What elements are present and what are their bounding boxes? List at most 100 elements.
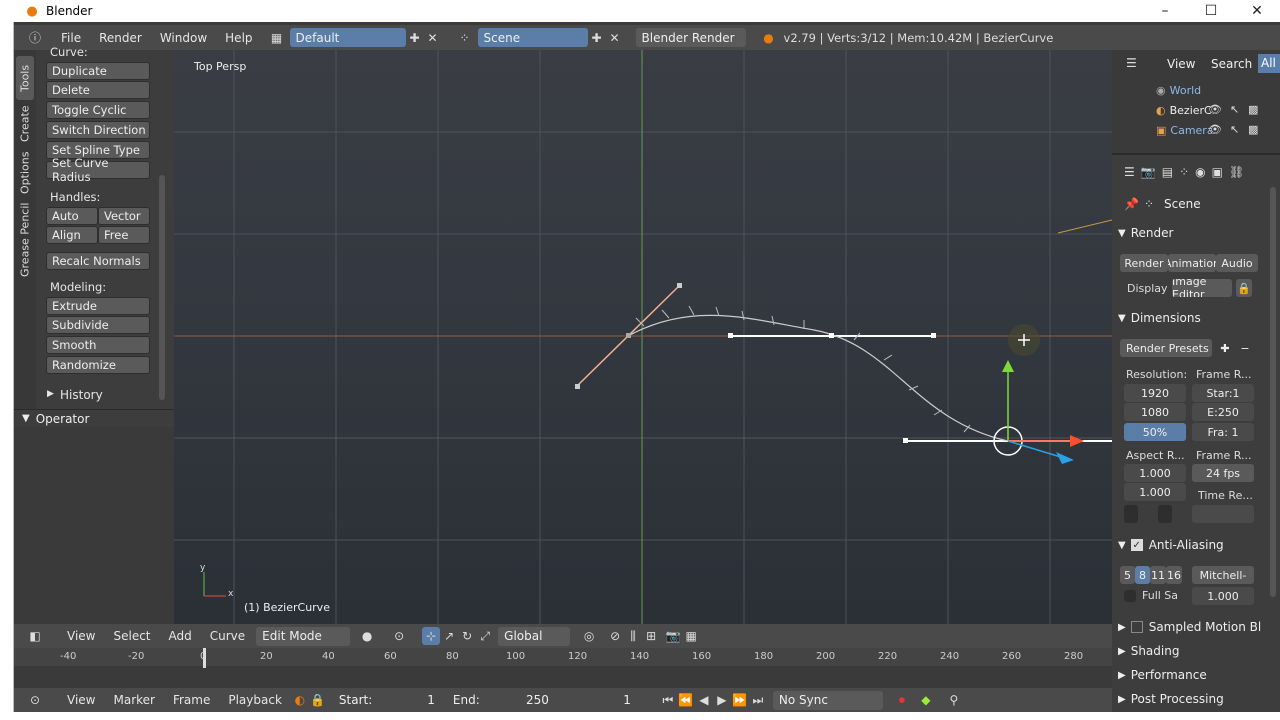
remove-preset-icon[interactable]: − [1236, 339, 1254, 357]
screen-layout-field[interactable]: Default [289, 28, 406, 47]
menu-view[interactable]: View [58, 629, 104, 643]
recalc-normals-button[interactable]: Recalc Normals [46, 252, 150, 270]
frame-start-field[interactable]: Start: 1 [332, 690, 445, 710]
render-button[interactable]: Render [1120, 254, 1168, 272]
anti-aliasing-panel-header[interactable]: ▼ ✓ Anti-Aliasing [1112, 534, 1267, 556]
subdivide-button[interactable]: Subdivide [46, 316, 150, 334]
smooth-button[interactable]: Smooth [46, 336, 150, 354]
object-tab-icon[interactable]: ▣ [1212, 165, 1223, 179]
render-layers-tab-icon[interactable]: ▤ [1162, 165, 1173, 179]
3d-viewport[interactable]: y x Top Persp (1) BezierCurve [174, 50, 1112, 624]
outliner-menu-view[interactable]: View [1167, 57, 1195, 71]
jump-start-icon[interactable]: ⏮ [659, 691, 677, 709]
constraints-tab-icon[interactable]: ⛓ [1229, 165, 1244, 179]
full-sample-checkbox[interactable] [1124, 590, 1136, 602]
handle-vector-button[interactable]: Vector [98, 207, 150, 225]
add-layout-icon[interactable]: ✚ [406, 29, 424, 47]
current-frame-marker[interactable] [203, 648, 206, 668]
manipulator-toggle-icon[interactable]: ⊹ [422, 627, 441, 645]
fps-select[interactable]: 24 fps [1192, 464, 1254, 482]
add-preset-icon[interactable]: ✚ [1216, 339, 1234, 357]
tool-shelf-scrollbar[interactable] [159, 175, 165, 400]
display-select[interactable]: Image Editor [1172, 279, 1232, 297]
tab-create[interactable]: Create [16, 102, 34, 146]
add-scene-icon[interactable]: ✚ [588, 29, 606, 47]
aa-samples-16[interactable]: 16 [1166, 566, 1182, 584]
aspect-x-field[interactable]: 1.000 [1124, 464, 1186, 482]
aa-filter-size-field[interactable]: 1.000 [1192, 587, 1254, 605]
timeline[interactable]: -40 -20 0 20 40 60 80 100 120 140 160 18… [14, 648, 1112, 688]
menu-marker[interactable]: Marker [104, 693, 163, 707]
handle-align-button[interactable]: Align [46, 226, 98, 244]
jump-keyframe-back-icon[interactable]: ⏪ [677, 691, 695, 709]
snap-target-icon[interactable]: ⊞ [642, 627, 660, 645]
crop-checkbox[interactable] [1158, 505, 1172, 523]
resolution-y-field[interactable]: 1080 [1124, 403, 1186, 421]
translate-manipulator-icon[interactable]: ↗ [440, 627, 458, 645]
lock-time-icon[interactable]: 🔒 [309, 691, 327, 709]
frame-end-field[interactable]: E:250 [1192, 403, 1254, 421]
animation-button[interactable]: Animation [1168, 254, 1216, 272]
resolution-percentage[interactable]: 50% [1124, 423, 1186, 441]
play-icon[interactable]: ▶ [713, 691, 731, 709]
frame-step-field[interactable]: Fra: 1 [1192, 423, 1254, 441]
scale-manipulator-icon[interactable]: ⤢ [476, 627, 494, 645]
handle-free-button[interactable]: Free [98, 226, 150, 244]
menu-file[interactable]: File [52, 31, 90, 45]
delete-button[interactable]: Delete [46, 81, 150, 99]
aa-samples-11[interactable]: 11 [1150, 566, 1166, 584]
extrude-button[interactable]: Extrude [46, 297, 150, 315]
keying-set-icon[interactable]: ◆ [917, 691, 935, 709]
tab-grease-pencil[interactable]: Grease Pencil [16, 200, 34, 280]
shading-panel-header[interactable]: ▶ Shading [1112, 640, 1267, 662]
opengl-render-icon[interactable]: ▦ [682, 627, 700, 645]
menu-window[interactable]: Window [151, 31, 216, 45]
outliner-item-camera[interactable]: ▣ Camera [1156, 121, 1212, 139]
dimensions-panel-header[interactable]: ▼ Dimensions [1112, 307, 1267, 329]
use-preview-range-icon[interactable]: ◐ [291, 691, 309, 709]
post-processing-panel-header[interactable]: ▶ Post Processing [1112, 688, 1267, 710]
sampled-motion-blur-panel-header[interactable]: ▶ Sampled Motion Bl [1112, 616, 1267, 638]
jump-end-icon[interactable]: ⏭ [749, 691, 767, 709]
render-engine-select[interactable]: Blender Render [635, 28, 746, 47]
info-editor-icon[interactable]: ⓘ [26, 29, 44, 47]
outliner-menu-search[interactable]: Search [1211, 57, 1252, 71]
lock-icon[interactable]: 🔒 [1236, 279, 1252, 297]
tab-options[interactable]: Options [16, 148, 34, 198]
render-camera-icon[interactable]: ▩ [1248, 103, 1258, 116]
operator-panel-header[interactable]: ▼ Operator [14, 409, 174, 427]
menu-render[interactable]: Render [90, 31, 151, 45]
jump-keyframe-forward-icon[interactable]: ⏩ [731, 691, 749, 709]
randomize-button[interactable]: Randomize [46, 356, 150, 374]
selectable-arrow-icon[interactable]: ↖ [1230, 123, 1239, 136]
render-camera-icon[interactable]: ▩ [1248, 123, 1258, 136]
audio-button[interactable]: Audio [1216, 254, 1258, 272]
visibility-eye-icon[interactable]: 👁 [1208, 123, 1222, 136]
time-remap-fields[interactable] [1192, 505, 1254, 523]
tab-tools[interactable]: Tools [16, 56, 34, 100]
close-button[interactable]: ✕ [1234, 0, 1280, 22]
handle-auto-button[interactable]: Auto [46, 207, 98, 225]
remove-scene-icon[interactable]: ✕ [606, 29, 624, 47]
visibility-eye-icon[interactable]: 👁 [1208, 103, 1222, 116]
aspect-y-field[interactable]: 1.000 [1124, 483, 1186, 501]
history-expand-icon[interactable]: ▶ [47, 389, 54, 399]
frame-end-field[interactable]: End: 250 [446, 690, 559, 710]
remove-layout-icon[interactable]: ✕ [424, 29, 442, 47]
resolution-x-field[interactable]: 1920 [1124, 384, 1186, 402]
timeline-editor-icon[interactable]: ⊙ [26, 691, 44, 709]
properties-scrollbar[interactable] [1270, 187, 1276, 597]
menu-select[interactable]: Select [104, 629, 159, 643]
border-checkbox[interactable] [1124, 505, 1138, 523]
proportional-edit-icon[interactable]: ◎ [580, 627, 598, 645]
toggle-cyclic-button[interactable]: Toggle Cyclic [46, 101, 150, 119]
aa-samples-5[interactable]: 5 [1120, 566, 1135, 584]
3d-view-editor-icon[interactable]: ◧ [26, 627, 44, 645]
history-panel-header[interactable]: History [60, 388, 103, 402]
current-frame-field[interactable]: 1 [564, 690, 643, 710]
render-tab-icon[interactable]: 📷 [1141, 165, 1156, 179]
menu-frame[interactable]: Frame [164, 693, 219, 707]
render-panel-header[interactable]: ▼ Render [1112, 222, 1267, 244]
outliner-item-world[interactable]: ◉ World [1156, 81, 1256, 99]
snap-element-icon[interactable]: ⫼ [624, 627, 642, 645]
